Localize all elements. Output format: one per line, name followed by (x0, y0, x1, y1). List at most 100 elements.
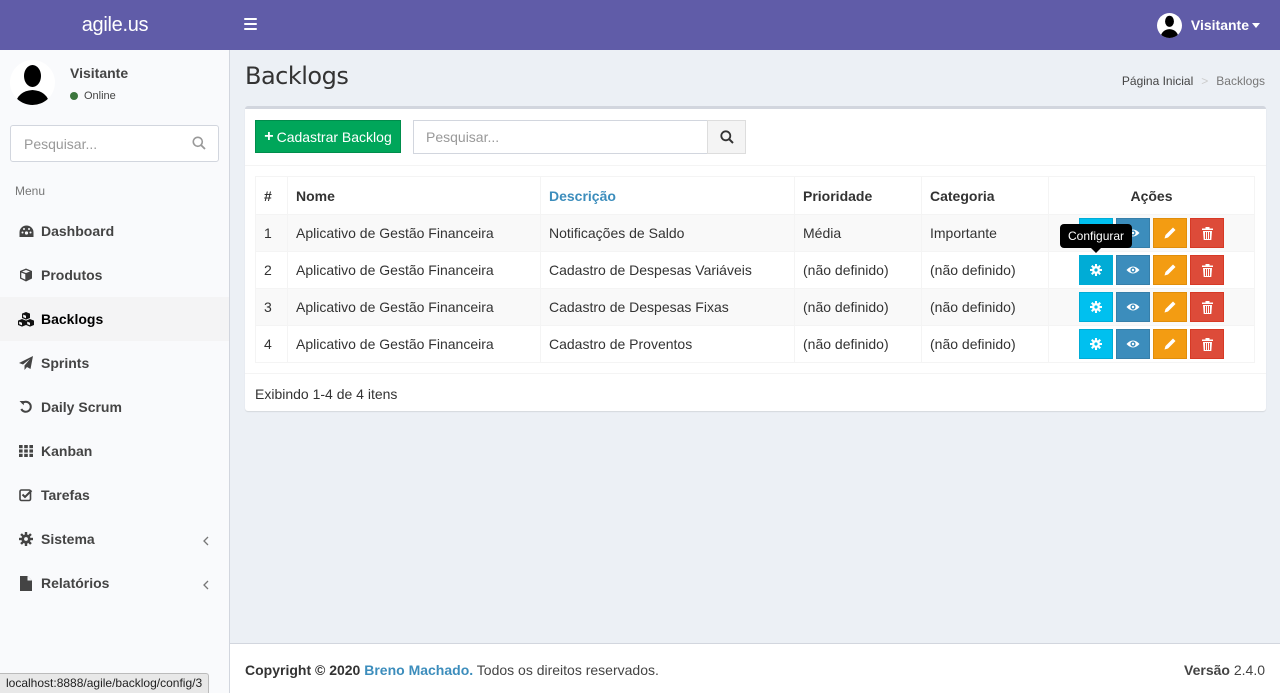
col-descricao-sort-link[interactable]: Descrição (540, 176, 795, 215)
edit-button[interactable] (1153, 255, 1187, 285)
cell-nome: Aplicativo de Gestão Financeira (287, 251, 541, 289)
divider (245, 373, 1266, 374)
cell-categoria: (não definido) (921, 325, 1049, 363)
sidebar-item-label: Sprints (41, 355, 90, 371)
gear-icon (1090, 264, 1102, 276)
cell-id: 2 (255, 251, 288, 289)
gear-icon (18, 531, 34, 547)
add-backlog-button[interactable]: + Cadastrar Backlog (255, 120, 401, 153)
search-icon[interactable] (192, 136, 206, 153)
chevron-left-icon (203, 577, 209, 593)
user-panel: Visitante Online (10, 60, 220, 110)
sidebar-item-dashboard[interactable]: Dashboard (0, 209, 229, 253)
version: Versão 2.4.0 (1184, 662, 1265, 678)
config-button[interactable] (1079, 292, 1113, 322)
table-header-row: # Nome Descrição Prioridade Categoria Aç… (255, 176, 1255, 215)
view-button[interactable] (1116, 255, 1150, 285)
trash-icon (1201, 337, 1213, 351)
user-menu[interactable]: Visitante (1156, 12, 1260, 38)
trash-icon (1201, 226, 1213, 240)
cell-prioridade: (não definido) (794, 251, 922, 289)
sidebar-item-daily-scrum[interactable]: Daily Scrum (0, 385, 229, 429)
edit-button[interactable] (1153, 292, 1187, 322)
view-button[interactable] (1116, 292, 1150, 322)
sidebar-item-sistema[interactable]: Sistema (0, 517, 229, 561)
breadcrumb-separator: > (1201, 74, 1209, 88)
cell-categoria: (não definido) (921, 251, 1049, 289)
pencil-icon (1164, 338, 1176, 350)
cell-actions (1048, 251, 1255, 289)
view-button[interactable] (1116, 329, 1150, 359)
cell-descricao: Cadastro de Despesas Variáveis (540, 251, 795, 289)
avatar (10, 60, 55, 105)
version-label: Versão (1184, 662, 1230, 678)
cell-categoria: (não definido) (921, 288, 1049, 326)
sidebar-item-kanban[interactable]: Kanban (0, 429, 229, 473)
eye-icon (1126, 302, 1140, 312)
table-search (413, 120, 746, 154)
paper-plane-icon (18, 355, 34, 371)
rights-text: Todos os direitos reservados. (476, 662, 659, 678)
cubes-icon (18, 311, 34, 327)
backlog-box: + Cadastrar Backlog # Nome Descrição Pri… (245, 106, 1266, 411)
sidebar-item-relatorios[interactable]: Relatórios (0, 561, 229, 605)
app-logo[interactable]: agile.us (0, 0, 230, 50)
tooltip: Configurar (1060, 224, 1133, 253)
config-button[interactable] (1079, 255, 1113, 285)
sidebar-item-sprints[interactable]: Sprints (0, 341, 229, 385)
cell-id: 3 (255, 288, 288, 326)
sidebar-search-input[interactable] (11, 126, 181, 161)
breadcrumb-home[interactable]: Página Inicial (1122, 74, 1193, 88)
pencil-icon (1164, 301, 1176, 313)
sidebar-item-label: Produtos (41, 267, 103, 283)
action-group (1079, 329, 1224, 359)
action-group (1079, 292, 1224, 322)
cell-prioridade: Média (794, 214, 922, 252)
pagination-summary: Exibindo 1-4 de 4 itens (255, 386, 398, 402)
delete-button[interactable] (1190, 218, 1224, 248)
sidebar-item-tarefas[interactable]: Tarefas (0, 473, 229, 517)
delete-button[interactable] (1190, 329, 1224, 359)
cell-categoria: Importante (921, 214, 1049, 252)
edit-button[interactable] (1153, 218, 1187, 248)
cell-id: 1 (255, 214, 288, 252)
search-button[interactable] (707, 120, 746, 154)
delete-button[interactable] (1190, 255, 1224, 285)
sidebar-toggle-icon[interactable] (244, 18, 257, 30)
edit-button[interactable] (1153, 329, 1187, 359)
user-name: Visitante (1190, 17, 1249, 33)
sidebar-item-label: Kanban (41, 443, 93, 459)
checkbox-icon (18, 487, 34, 503)
page-title: Backlogs (245, 62, 349, 90)
grid-icon (18, 443, 34, 459)
cell-actions (1048, 325, 1255, 363)
trash-icon (1201, 263, 1213, 277)
gear-icon (1090, 301, 1102, 313)
cell-nome: Aplicativo de Gestão Financeira (287, 214, 541, 252)
online-dot-icon (70, 92, 78, 100)
table-search-input[interactable] (413, 120, 707, 154)
sidebar-item-label: Relatórios (41, 575, 110, 591)
rotate-icon (18, 399, 34, 415)
status-label: Online (84, 90, 116, 102)
author-link[interactable]: Breno Machado. (364, 662, 473, 678)
col-categoria: Categoria (921, 176, 1049, 215)
version-number: 2.4.0 (1233, 662, 1265, 678)
sidebar-item-produtos[interactable]: Produtos (0, 253, 229, 297)
config-button[interactable] (1079, 329, 1113, 359)
eye-icon (1126, 339, 1140, 349)
table-row: 4 Aplicativo de Gestão Financeira Cadastro… (255, 325, 1255, 363)
breadcrumb: Página Inicial > Backlogs (1122, 74, 1265, 88)
cell-descricao: Notificações de Saldo (540, 214, 795, 252)
delete-button[interactable] (1190, 292, 1224, 322)
table-row: 2 Aplicativo de Gestão Financeira Cadastro… (255, 251, 1255, 289)
sidebar-item-label: Sistema (41, 531, 95, 547)
copyright-prefix: Copyright © 2020 (245, 662, 361, 678)
user-name: Visitante (70, 65, 129, 81)
dashboard-icon (18, 223, 34, 239)
action-group (1079, 255, 1224, 285)
copyright: Copyright © 2020 Breno Machado. Todos os… (245, 662, 659, 678)
col-prioridade: Prioridade (794, 176, 922, 215)
sidebar-item-backlogs[interactable]: Backlogs (0, 297, 229, 341)
search-icon (719, 130, 734, 144)
